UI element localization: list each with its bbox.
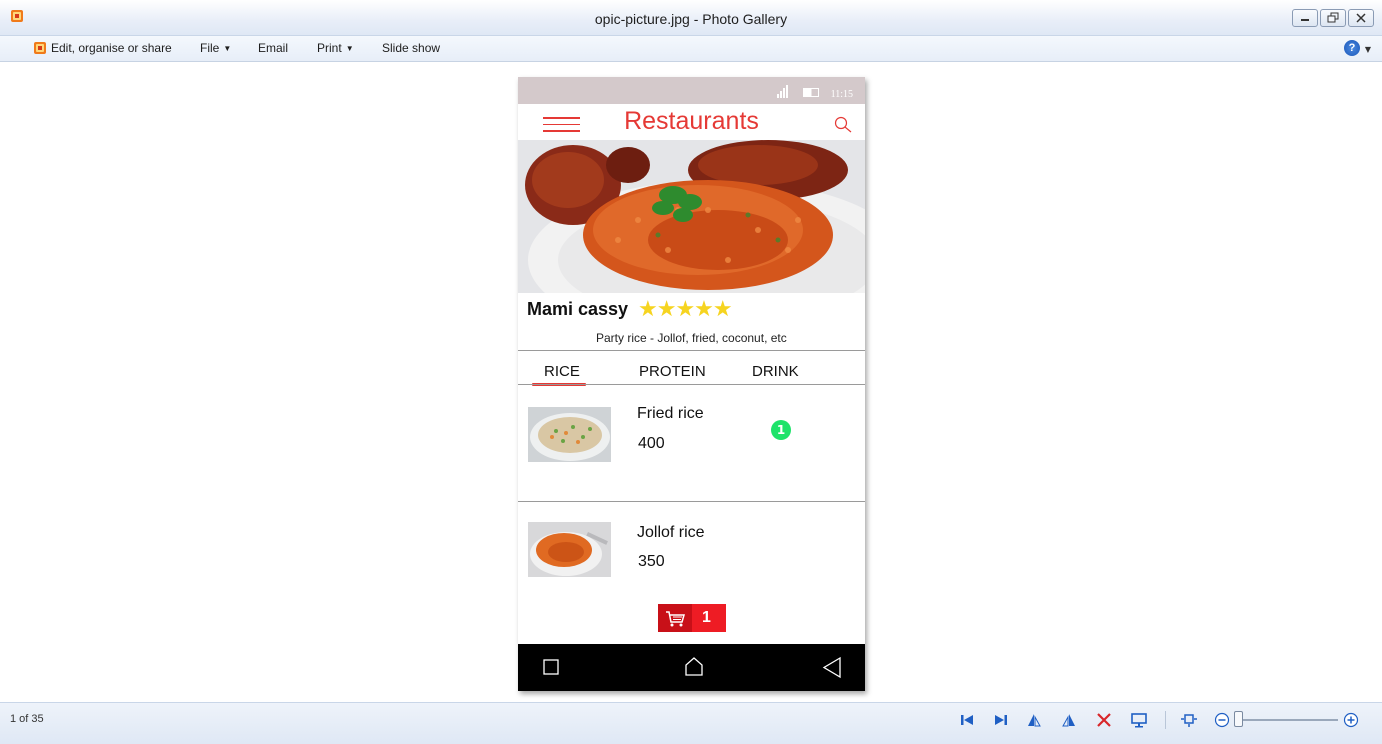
actual-size-icon[interactable] <box>1180 711 1198 729</box>
app-title: Restaurants <box>624 107 759 135</box>
menu-bar: Edit, organise or share File ▼ Email Pri… <box>0 36 1382 62</box>
cart-count: 1 <box>702 609 711 626</box>
zoom-in-icon[interactable] <box>1342 711 1360 729</box>
chevron-down-icon: ▼ <box>223 43 232 53</box>
edit-organise-share-menu[interactable]: Edit, organise or share <box>33 41 172 55</box>
file-menu-label: File <box>200 41 220 55</box>
tab-drink[interactable]: DRINK <box>752 363 799 380</box>
home-icon[interactable] <box>685 657 703 676</box>
back-icon[interactable] <box>822 656 841 679</box>
close-button[interactable] <box>1348 9 1374 27</box>
rotate-right-icon[interactable] <box>1060 711 1078 729</box>
zoom-out-icon[interactable] <box>1213 711 1231 729</box>
edit-menu-label: Edit, organise or share <box>51 41 172 55</box>
divider <box>518 501 865 502</box>
print-menu-label: Print <box>317 41 342 55</box>
email-menu-label: Email <box>258 41 289 55</box>
food-item-price: 400 <box>638 435 665 452</box>
jollof-rice-thumbnail <box>528 522 611 577</box>
print-menu[interactable]: Print ▼ <box>317 41 354 55</box>
battery-icon <box>803 88 819 97</box>
tab-rice[interactable]: RICE <box>544 363 580 380</box>
slideshow-menu[interactable]: Slide show <box>382 41 440 55</box>
cart-button[interactable]: 1 <box>658 604 726 632</box>
photo-gallery-icon <box>34 42 46 54</box>
chevron-down-icon: ▼ <box>345 43 354 53</box>
zoom-slider-track[interactable] <box>1242 719 1338 721</box>
star-rating: ★★★★★ <box>638 297 733 322</box>
restaurant-hero-image <box>518 140 865 293</box>
restore-button[interactable] <box>1320 9 1346 27</box>
photo-viewer: 11:15 Restaurants Mami cassy ★★★★★ Party… <box>0 62 1382 702</box>
restaurant-description: Party rice - Jollof, fried, coconut, etc <box>596 331 787 345</box>
restaurant-name: Mami cassy <box>527 299 629 319</box>
minimize-button[interactable] <box>1292 9 1318 27</box>
recents-icon[interactable] <box>543 659 559 675</box>
window-title: opic-picture.jpg - Photo Gallery <box>594 11 788 27</box>
food-item-name: Jollof rice <box>637 524 705 541</box>
food-item-name: Fried rice <box>637 405 704 422</box>
page-indicator: 1 of 35 <box>10 713 44 725</box>
quantity-badge: 1 <box>771 420 791 440</box>
slideshow-icon[interactable] <box>1130 711 1148 729</box>
window-title-bar: opic-picture.jpg - Photo Gallery <box>0 0 1382 36</box>
android-nav-bar <box>518 644 865 691</box>
cart-icon <box>666 611 685 627</box>
chevron-down-icon[interactable]: ▼ <box>1365 45 1371 54</box>
help-icon[interactable]: ? <box>1344 40 1360 56</box>
food-item-price: 350 <box>638 553 665 570</box>
photo-mobile-mockup: 11:15 Restaurants Mami cassy ★★★★★ Party… <box>518 77 865 691</box>
email-menu[interactable]: Email <box>258 41 288 55</box>
zoom-slider-thumb[interactable] <box>1234 711 1243 727</box>
separator <box>1165 711 1166 729</box>
status-time: 11:15 <box>830 89 853 100</box>
divider <box>518 384 865 385</box>
previous-icon[interactable] <box>958 711 976 729</box>
viewer-control-bar: 1 of 35 <box>0 702 1382 744</box>
delete-icon[interactable] <box>1095 711 1113 729</box>
cart-icon-container <box>658 604 692 632</box>
next-icon[interactable] <box>992 711 1010 729</box>
search-icon[interactable] <box>833 115 853 135</box>
menu-tabs: RICE PROTEIN DRINK <box>518 351 865 386</box>
signal-icon <box>777 85 788 98</box>
phone-status-bar: 11:15 <box>518 77 865 104</box>
rotate-left-icon[interactable] <box>1025 711 1043 729</box>
fried-rice-thumbnail <box>528 407 611 462</box>
slideshow-menu-label: Slide show <box>382 41 441 55</box>
app-bar: Restaurants <box>518 104 865 140</box>
tab-protein[interactable]: PROTEIN <box>639 363 706 380</box>
file-menu[interactable]: File ▼ <box>200 41 231 55</box>
